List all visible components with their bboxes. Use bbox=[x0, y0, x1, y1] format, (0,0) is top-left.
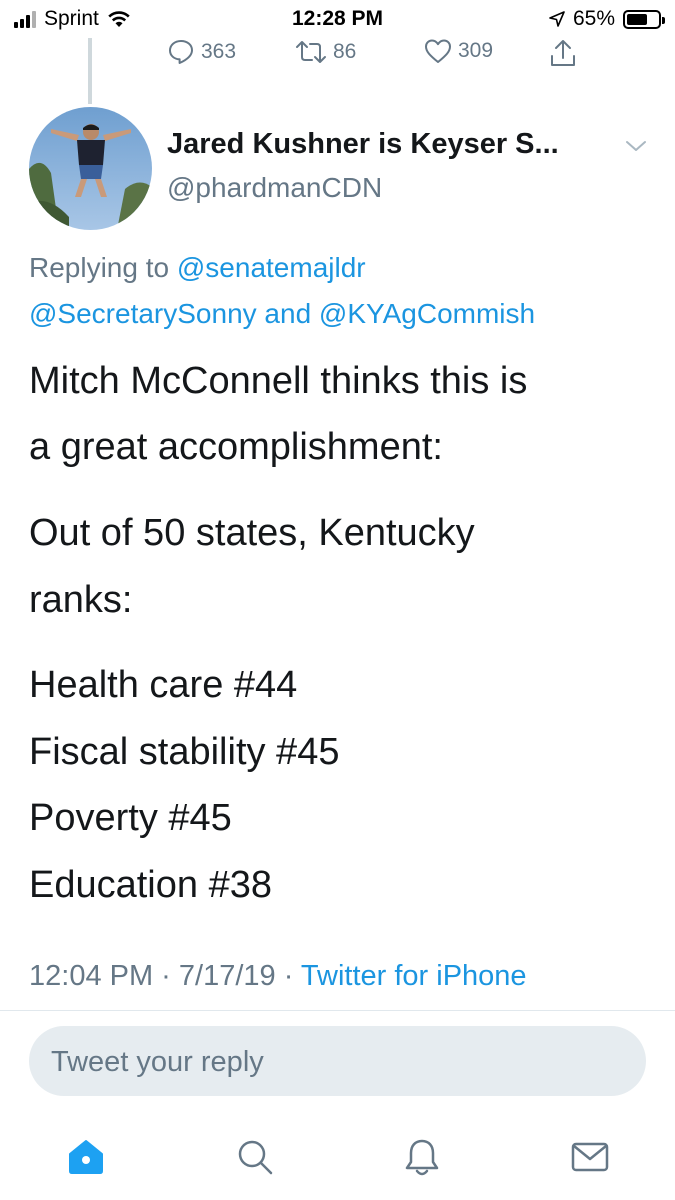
avatar[interactable] bbox=[29, 107, 152, 230]
search-icon[interactable] bbox=[233, 1135, 277, 1179]
tweet-timestamp: 12:04 PM · 7/17/19 · bbox=[29, 960, 301, 992]
author-handle[interactable]: @phardmanCDN bbox=[167, 172, 382, 204]
reply-input-placeholder: Tweet your reply bbox=[51, 1046, 264, 1078]
home-icon[interactable] bbox=[64, 1135, 108, 1179]
like-count: 309 bbox=[458, 39, 494, 62]
mention-link[interactable]: @senatemajldr bbox=[177, 252, 366, 283]
tweet-text-line: Fiscal stability #45 bbox=[29, 731, 340, 773]
tweet-text-line: Health care #44 bbox=[29, 664, 298, 706]
tweet-text-line: Education #38 bbox=[29, 864, 272, 906]
tweet-source-link[interactable]: Twitter for iPhone bbox=[301, 960, 527, 992]
tweet-text-line: Out of 50 states, Kentucky bbox=[29, 512, 475, 554]
tweet-text-line: a great accomplishment: bbox=[29, 426, 443, 468]
replying-to-line-2: @SecretarySonny and @KYAgCommish bbox=[29, 298, 535, 330]
retweet-icon bbox=[296, 41, 326, 63]
tweet-text-line: Mitch McConnell thinks this is bbox=[29, 360, 528, 402]
tweet-meta: 12:04 PM · 7/17/19 · Twitter for iPhone bbox=[29, 960, 527, 993]
like-action[interactable]: 309 bbox=[424, 38, 493, 64]
replying-and-text: and bbox=[256, 298, 319, 329]
notifications-icon[interactable] bbox=[400, 1135, 444, 1179]
reply-count: 363 bbox=[201, 40, 237, 63]
location-arrow-icon bbox=[549, 11, 565, 27]
heart-icon bbox=[425, 39, 451, 63]
reply-icon bbox=[169, 40, 193, 64]
share-action[interactable] bbox=[549, 38, 577, 68]
previous-tweet-actions: 363 86 309 bbox=[0, 38, 675, 72]
author-name[interactable]: Jared Kushner is Keyser S... bbox=[167, 128, 559, 161]
reply-input[interactable]: Tweet your reply bbox=[29, 1026, 646, 1096]
battery-percent: 65% bbox=[572, 7, 615, 30]
mention-link[interactable]: @KYAgCommish bbox=[319, 298, 535, 329]
replying-to-line-1: Replying to @senatemajldr bbox=[29, 252, 366, 284]
retweet-action[interactable]: 86 bbox=[295, 38, 356, 66]
tweet-text-line: Poverty #45 bbox=[29, 797, 232, 839]
divider bbox=[0, 1010, 675, 1011]
share-icon bbox=[551, 40, 575, 66]
replying-to-label: Replying to bbox=[29, 252, 177, 283]
battery-icon bbox=[623, 9, 665, 29]
battery-tip bbox=[662, 16, 665, 24]
status-right: 65% bbox=[549, 7, 665, 31]
tweet-text-line: ranks: bbox=[29, 579, 133, 621]
retweet-count: 86 bbox=[333, 40, 357, 63]
messages-icon[interactable] bbox=[568, 1135, 612, 1179]
tab-bar bbox=[0, 1120, 675, 1200]
reply-action[interactable]: 363 bbox=[167, 38, 236, 66]
chevron-down-icon[interactable] bbox=[624, 138, 648, 154]
avatar-photo bbox=[29, 107, 152, 230]
battery-fill bbox=[627, 13, 647, 25]
mention-link[interactable]: @SecretarySonny bbox=[29, 298, 257, 329]
status-bar: Sprint 12:28 PM 65% bbox=[0, 0, 675, 40]
